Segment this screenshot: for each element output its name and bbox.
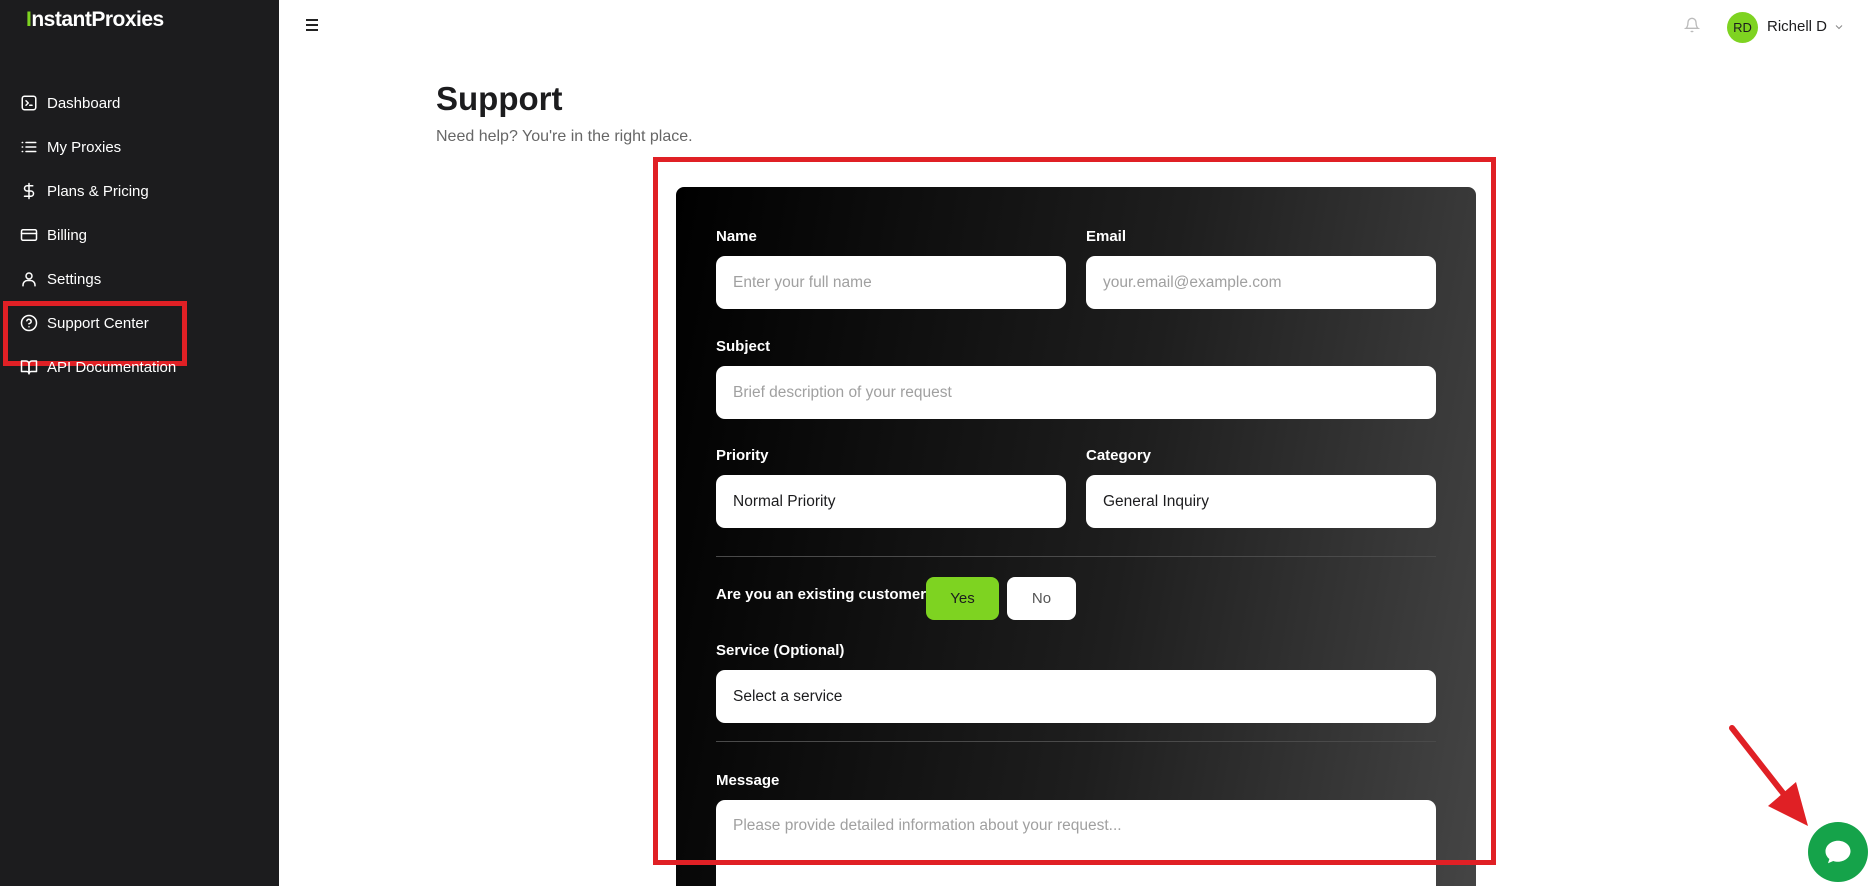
service-label: Service (Optional) (716, 642, 845, 659)
priority-select[interactable]: Normal Priority (716, 475, 1066, 528)
sidebar-item-label: API Documentation (47, 358, 177, 376)
list-icon (20, 138, 38, 156)
message-label: Message (716, 772, 780, 789)
category-label: Category (1086, 447, 1152, 464)
subject-input[interactable]: Brief description of your request (716, 366, 1436, 419)
sidebar-item-settings[interactable]: Settings (0, 257, 279, 301)
user-name[interactable]: Richell D (1767, 18, 1827, 35)
sidebar: InstantProxies Dashboard My Proxies Plan… (0, 0, 279, 886)
notification-bell-icon[interactable] (1683, 17, 1702, 35)
logo-rest: Proxies (91, 8, 164, 31)
chat-bubble-icon (1825, 840, 1851, 864)
chevron-down-icon[interactable] (1833, 20, 1845, 32)
message-textarea[interactable]: Please provide detailed information abou… (716, 800, 1436, 886)
sidebar-item-label: Billing (47, 226, 88, 244)
chat-launcher-button[interactable] (1808, 822, 1868, 882)
sidebar-item-label: Plans & Pricing (47, 182, 149, 200)
page-title: Support (436, 80, 563, 117)
sidebar-item-label: My Proxies (47, 138, 122, 156)
app-root: InstantProxies Dashboard My Proxies Plan… (0, 0, 1873, 886)
name-label: Name (716, 228, 757, 245)
help-circle-icon (20, 314, 38, 332)
service-select[interactable]: Select a service (716, 670, 1436, 723)
sidebar-nav: Dashboard My Proxies Plans & Pricing Bil… (0, 81, 279, 389)
brand-logo[interactable]: InstantProxies (26, 8, 164, 32)
name-input[interactable]: Enter your full name (716, 256, 1066, 309)
form-divider (716, 741, 1436, 742)
subject-label: Subject (716, 338, 771, 355)
terminal-icon (20, 94, 38, 112)
menu-toggle-icon[interactable] (304, 16, 324, 36)
user-icon (20, 270, 38, 288)
email-label: Email (1086, 228, 1127, 245)
existing-customer-question: Are you an existing customer? (716, 586, 936, 603)
sidebar-item-api-documentation[interactable]: API Documentation (0, 345, 279, 389)
sidebar-item-label: Dashboard (47, 94, 121, 112)
dollar-icon (20, 182, 38, 200)
form-divider (716, 556, 1436, 557)
existing-customer-yes-button[interactable]: Yes (926, 577, 999, 620)
book-icon (20, 358, 38, 376)
annotation-arrow (1729, 725, 1808, 826)
credit-card-icon (20, 226, 38, 244)
sidebar-item-my-proxies[interactable]: My Proxies (0, 125, 279, 169)
page-subtitle: Need help? You're in the right place. (436, 128, 693, 145)
sidebar-item-label: Support Center (47, 314, 149, 332)
sidebar-item-dashboard[interactable]: Dashboard (0, 81, 279, 125)
sidebar-item-billing[interactable]: Billing (0, 213, 279, 257)
category-select[interactable]: General Inquiry (1086, 475, 1436, 528)
sidebar-item-support-center[interactable]: Support Center (0, 301, 279, 366)
email-input[interactable]: your.email@example.com (1086, 256, 1436, 309)
priority-label: Priority (716, 447, 769, 464)
existing-customer-no-button[interactable]: No (1007, 577, 1076, 620)
sidebar-item-label: Settings (47, 270, 102, 288)
avatar[interactable]: RD (1727, 12, 1758, 43)
logo-mid: nstant (31, 8, 92, 31)
sidebar-item-plans-pricing[interactable]: Plans & Pricing (0, 169, 279, 213)
